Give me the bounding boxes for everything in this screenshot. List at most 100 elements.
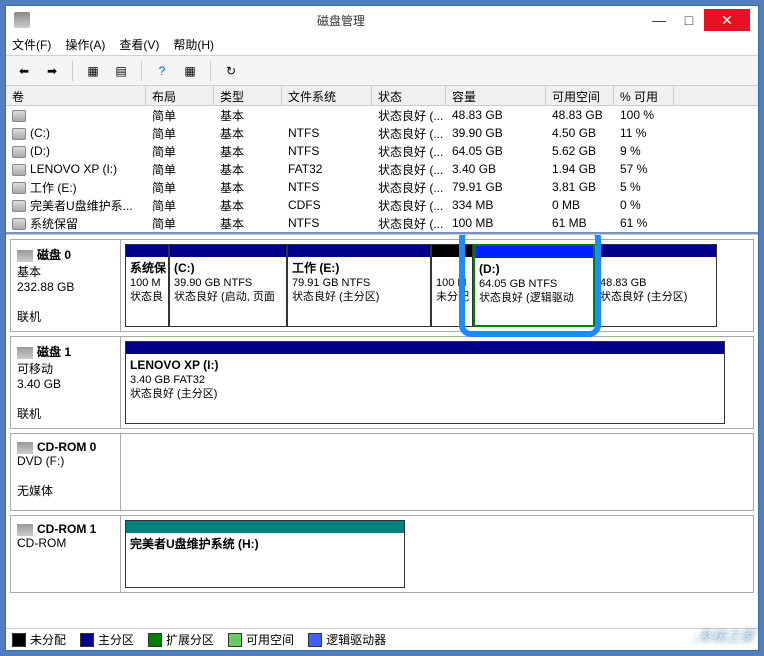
toolbar-separator <box>210 61 211 81</box>
partition[interactable]: 100 M未分配 <box>431 244 473 327</box>
menu-help[interactable]: 帮助(H) <box>173 36 214 53</box>
titlebar[interactable]: 磁盘管理 — □ ✕ <box>6 6 758 34</box>
disk-partitions: 系统保100 M状态良(C:)39.90 GB NTFS状态良好 (启动, 页面… <box>121 240 753 331</box>
cell: 简单 <box>146 125 214 142</box>
cell: CDFS <box>282 198 372 212</box>
disk-icon <box>17 250 33 262</box>
disk-row: 磁盘 0基本232.88 GB联机系统保100 M状态良(C:)39.90 GB… <box>10 239 754 332</box>
legend-label: 逻辑驱动器 <box>326 631 386 648</box>
legend-item: 可用空间 <box>228 631 294 648</box>
cell: 39.90 GB <box>446 126 546 140</box>
volume-row[interactable]: 简单基本状态良好 (...48.83 GB48.83 GB100 % <box>6 106 758 124</box>
cell: 基本 <box>214 179 282 196</box>
partition-body: (D:)64.05 GB NTFS状态良好 (逻辑驱动 <box>475 258 593 325</box>
cell: NTFS <box>282 126 372 140</box>
toolbar-btn-3[interactable]: ▦ <box>178 59 202 83</box>
cell: 完美者U盘维护系... <box>6 197 146 214</box>
menu-view[interactable]: 查看(V) <box>119 36 159 53</box>
legend-swatch <box>12 633 26 647</box>
disk-info[interactable]: CD-ROM 0DVD (F:)无媒体 <box>11 434 121 510</box>
toolbar-btn-1[interactable]: ▦ <box>81 59 105 83</box>
volume-row[interactable]: 完美者U盘维护系...简单基本CDFS状态良好 (...334 MB0 MB0 … <box>6 196 758 214</box>
disk-info[interactable]: 磁盘 1可移动3.40 GB联机 <box>11 337 121 428</box>
cell: 基本 <box>214 197 282 214</box>
volume-icon <box>12 200 26 212</box>
partition-header <box>475 246 593 258</box>
volume-row[interactable]: 系统保留简单基本NTFS状态良好 (...100 MB61 MB61 % <box>6 214 758 232</box>
forward-button[interactable]: ➡ <box>40 59 64 83</box>
partition[interactable]: LENOVO XP (I:)3.40 GB FAT32状态良好 (主分区) <box>125 341 725 424</box>
partition-header <box>170 245 286 257</box>
partition[interactable]: 完美者U盘维护系统 (H:) <box>125 520 405 588</box>
menu-action[interactable]: 操作(A) <box>65 36 105 53</box>
partition-body: 工作 (E:)79.91 GB NTFS状态良好 (主分区) <box>288 257 430 326</box>
toolbar-separator <box>141 61 142 81</box>
column-header[interactable]: 状态 <box>372 86 446 105</box>
legend-label: 扩展分区 <box>166 631 214 648</box>
partition-header <box>288 245 430 257</box>
column-header[interactable]: 可用空间 <box>546 86 614 105</box>
disk-info[interactable]: 磁盘 0基本232.88 GB联机 <box>11 240 121 331</box>
cell: 0 % <box>614 198 674 212</box>
cell: 基本 <box>214 215 282 232</box>
partition[interactable]: 系统保100 M状态良 <box>125 244 169 327</box>
partition[interactable]: 工作 (E:)79.91 GB NTFS状态良好 (主分区) <box>287 244 431 327</box>
partition-body: 系统保100 M状态良 <box>126 257 168 326</box>
column-header[interactable]: % 可用 <box>614 86 674 105</box>
cell: 状态良好 (... <box>372 179 446 196</box>
volume-row[interactable]: (C:)简单基本NTFS状态良好 (...39.90 GB4.50 GB11 % <box>6 124 758 142</box>
cell: 状态良好 (... <box>372 125 446 142</box>
cell: 基本 <box>214 161 282 178</box>
back-button[interactable]: ⬅ <box>12 59 36 83</box>
volume-row[interactable]: 工作 (E:)简单基本NTFS状态良好 (...79.91 GB3.81 GB5… <box>6 178 758 196</box>
cell: 61 % <box>614 216 674 230</box>
partition-body: 100 M未分配 <box>432 257 472 326</box>
partition[interactable]: 48.83 GB状态良好 (主分区) <box>595 244 717 327</box>
partition-header <box>596 245 716 257</box>
toolbar-btn-2[interactable]: ▤ <box>109 59 133 83</box>
cell: 状态良好 (... <box>372 107 446 124</box>
legend-item: 逻辑驱动器 <box>308 631 386 648</box>
partition[interactable]: (C:)39.90 GB NTFS状态良好 (启动, 页面 <box>169 244 287 327</box>
partition-header <box>432 245 472 257</box>
cell: 64.05 GB <box>446 144 546 158</box>
legend-swatch <box>308 633 322 647</box>
refresh-button[interactable]: ↻ <box>219 59 243 83</box>
legend-swatch <box>80 633 94 647</box>
maximize-button[interactable]: □ <box>674 9 704 31</box>
content-area: 卷布局类型文件系统状态容量可用空间% 可用 简单基本状态良好 (...48.83… <box>6 86 758 650</box>
volume-row[interactable]: (D:)简单基本NTFS状态良好 (...64.05 GB5.62 GB9 % <box>6 142 758 160</box>
menu-file[interactable]: 文件(F) <box>12 36 51 53</box>
disk-info[interactable]: CD-ROM 1CD-ROM <box>11 516 121 592</box>
partition[interactable]: (D:)64.05 GB NTFS状态良好 (逻辑驱动 <box>473 244 595 327</box>
cell: 61 MB <box>546 216 614 230</box>
disk-row: CD-ROM 0DVD (F:)无媒体 <box>10 433 754 511</box>
cell: 9 % <box>614 144 674 158</box>
disk-row: CD-ROM 1CD-ROM完美者U盘维护系统 (H:) <box>10 515 754 593</box>
cell: 简单 <box>146 107 214 124</box>
partition-header <box>126 342 724 354</box>
column-header[interactable]: 容量 <box>446 86 546 105</box>
cell: 简单 <box>146 161 214 178</box>
cell: 100 % <box>614 108 674 122</box>
partition-body: 完美者U盘维护系统 (H:) <box>126 533 404 587</box>
column-header[interactable]: 卷 <box>6 86 146 105</box>
column-header[interactable]: 类型 <box>214 86 282 105</box>
volume-row[interactable]: LENOVO XP (I:)简单基本FAT32状态良好 (...3.40 GB1… <box>6 160 758 178</box>
column-header[interactable]: 布局 <box>146 86 214 105</box>
cell: 状态良好 (... <box>372 143 446 160</box>
cell: NTFS <box>282 144 372 158</box>
cell: 0 MB <box>546 198 614 212</box>
minimize-button[interactable]: — <box>644 9 674 31</box>
volume-icon <box>12 146 26 158</box>
cell: 11 % <box>614 126 674 140</box>
cell: (C:) <box>6 126 146 140</box>
volume-icon <box>12 218 26 230</box>
column-header[interactable]: 文件系统 <box>282 86 372 105</box>
legend-swatch <box>228 633 242 647</box>
close-button[interactable]: ✕ <box>704 9 750 31</box>
help-icon[interactable]: ? <box>150 59 174 83</box>
legend-item: 主分区 <box>80 631 134 648</box>
cd-icon <box>17 442 33 454</box>
cell: 334 MB <box>446 198 546 212</box>
